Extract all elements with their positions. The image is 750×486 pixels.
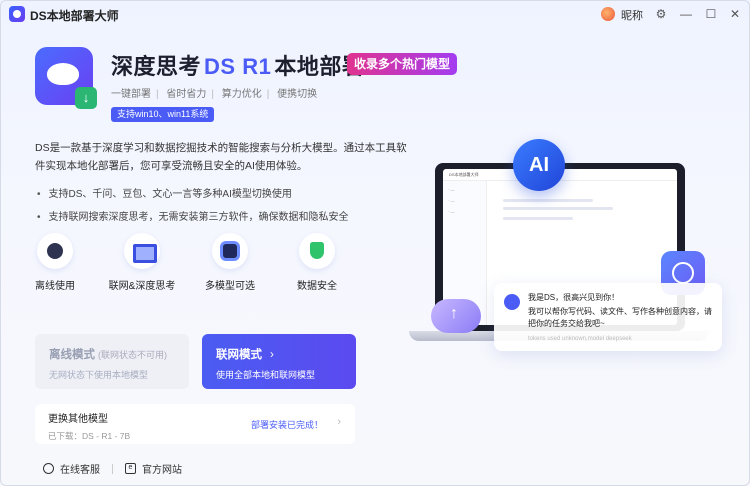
product-logo-icon: ↓ xyxy=(35,47,97,109)
bullet-item: 支持联网搜索深度思考，无需安装第三方软件，确保数据和隐私安全 xyxy=(37,208,349,223)
bullet-item: 支持DS、千问、豆包、文心一言等多种AI模型切换使用 xyxy=(37,185,292,200)
settings-icon[interactable]: ⚙ xyxy=(651,4,671,24)
offline-mode-card[interactable]: 离线模式 (联网状态不可用) 无网状态下使用本地模型 xyxy=(35,334,189,389)
app-title: DS本地部署大师 xyxy=(30,9,119,23)
browser-icon: e xyxy=(125,463,136,474)
change-model-panel[interactable]: 更换其他模型 已下载：DS - R1 - 7B 部署安装已完成！ › xyxy=(35,404,355,444)
chat-bubble: 我是DS，很高兴见到你！ 我可以帮你写代码、读文件、写作各种创意内容，请把你的任… xyxy=(494,283,722,351)
models-tag: 收录多个热门模型 xyxy=(347,53,458,75)
chip-icon xyxy=(212,233,248,269)
feature-offline: 离线使用 xyxy=(10,233,100,292)
user-nickname[interactable]: 昵称 xyxy=(621,7,643,23)
download-icon: ↓ xyxy=(75,87,97,109)
chevron-right-icon: › xyxy=(270,349,274,361)
shield-icon xyxy=(299,233,335,269)
footer-links: 在线客服 e 官方网站 xyxy=(43,461,182,476)
title-bar: DS本地部署大师 昵称 ⚙ — ☐ ✕ xyxy=(1,1,749,27)
cloud-upload-icon xyxy=(431,299,481,333)
network-icon xyxy=(124,233,160,269)
maximize-button[interactable]: ☐ xyxy=(701,4,721,24)
feature-multi-model: 多模型可选 xyxy=(185,233,275,292)
close-button[interactable]: ✕ xyxy=(725,4,745,24)
feature-security: 数据安全 xyxy=(272,233,362,292)
bot-avatar-icon xyxy=(504,294,520,310)
install-status: 部署安装已完成！ xyxy=(250,420,323,430)
app-logo-icon xyxy=(9,6,25,22)
offline-icon xyxy=(37,233,73,269)
headset-icon xyxy=(43,463,54,474)
avatar[interactable] xyxy=(601,7,615,21)
feature-strip: 一键部署 | 省时省力 | 算力优化 | 便携切换 xyxy=(111,89,318,100)
online-mode-card[interactable]: 联网模式 › 使用全部本地和联网模型 xyxy=(202,334,356,389)
hero-title: 深度思考 DS R1 本地部署 xyxy=(111,54,365,79)
downloaded-model: 已下载：DS - R1 - 7B xyxy=(48,431,131,441)
minimize-button[interactable]: — xyxy=(676,4,696,24)
official-site-link[interactable]: 官方网站 xyxy=(142,461,182,476)
os-support-badge: 支持win10、win11系统 xyxy=(111,107,215,122)
product-description: DS是一款基于深度学习和数据挖掘技术的智能搜索与分析大模型。通过本工具软件实现本… xyxy=(35,142,407,172)
app-window: DS本地部署大师 昵称 ⚙ — ☐ ✕ ↓ 深度思考 DS R1 本地部署 收录多个… xyxy=(0,0,750,486)
feature-network: 联网&深度思考 xyxy=(97,233,187,292)
chevron-right-icon[interactable]: › xyxy=(337,416,341,428)
ai-icon: AI xyxy=(513,139,565,191)
online-service-link[interactable]: 在线客服 xyxy=(60,461,100,476)
